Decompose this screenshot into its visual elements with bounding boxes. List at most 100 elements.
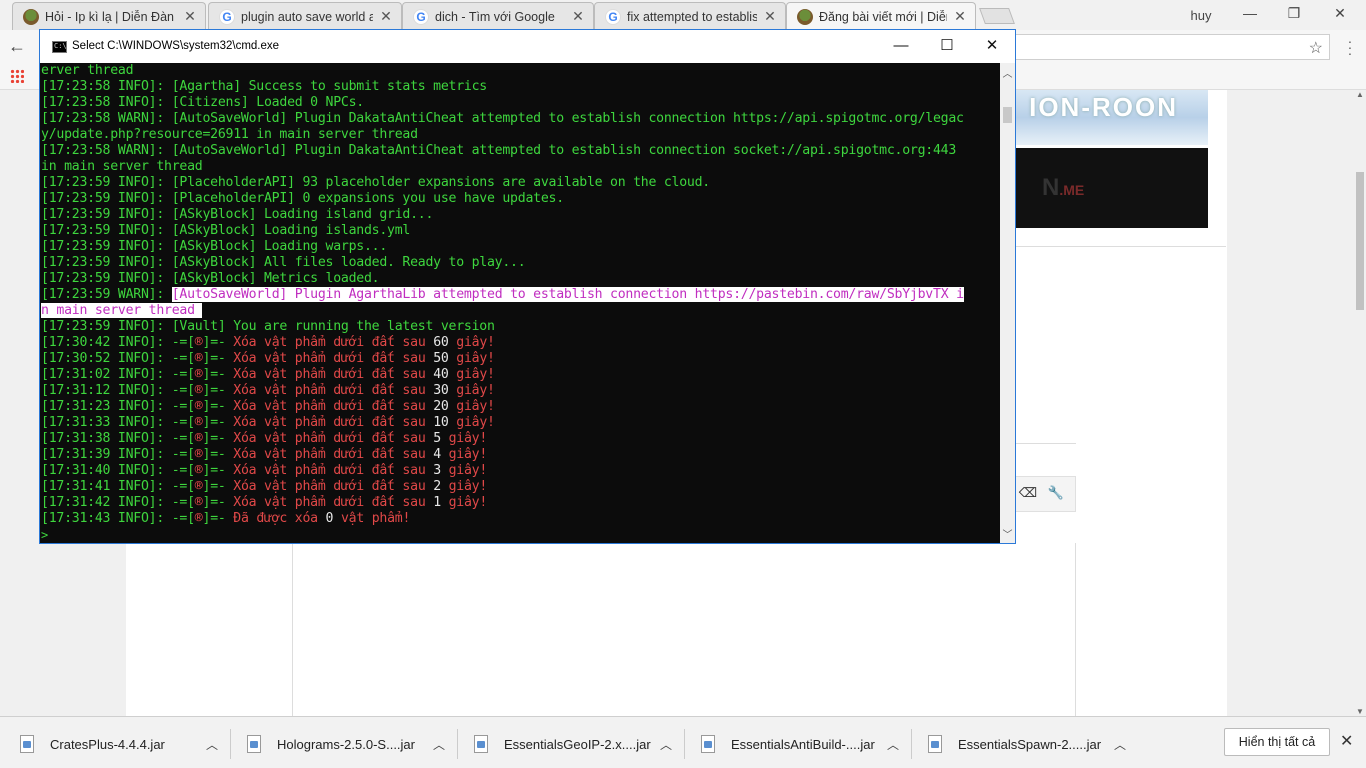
close-downloads-icon[interactable]: ✕	[1340, 731, 1353, 751]
download-item[interactable]: CratesPlus-4.4.4.jar ︿	[20, 727, 218, 761]
console-text: ]=-	[202, 399, 234, 414]
chevron-up-icon[interactable]: ︿	[433, 736, 445, 753]
console-text: ®	[194, 335, 203, 350]
tab-close-icon[interactable]: ✕	[571, 8, 585, 25]
tab-close-icon[interactable]: ✕	[953, 8, 967, 25]
download-item[interactable]: EssentialsAntiBuild-....jar ︿	[701, 727, 899, 761]
scroll-up-icon[interactable]: ▲	[1354, 90, 1366, 99]
tab-close-icon[interactable]: ✕	[183, 8, 197, 25]
console-text: Xóa vật phẩm dưới đất sau	[233, 479, 434, 494]
console-text: giây!	[448, 399, 495, 414]
console-text: Xóa vật phẩm dưới đất sau	[233, 367, 434, 382]
page-scrollbar[interactable]: ▲ ▼	[1354, 90, 1366, 716]
eraser-icon[interactable]: ⌫	[1018, 485, 1038, 505]
console-output[interactable]: erver thread [17:23:58 INFO]: [Agartha] S…	[40, 63, 1000, 543]
console-text: 2	[433, 479, 441, 494]
google-favicon-icon: G	[413, 8, 429, 25]
download-item[interactable]: Holograms-2.5.0-S....jar ︿	[247, 727, 445, 761]
console-text: [17:31:12 INFO]: -=[	[41, 383, 195, 398]
console-text: [17:23:58 WARN]: [AutoSaveWorld] Plugin …	[41, 143, 957, 158]
console-text: [17:23:59 INFO]: [PlaceholderAPI] 93 pla…	[41, 175, 710, 190]
console-line: [17:31:02 INFO]: -=[®]=- Xóa vật phẩm dư…	[41, 367, 1000, 383]
console-line: [17:23:59 INFO]: [ASkyBlock] Loading isl…	[41, 207, 1000, 223]
console-text: 10	[433, 415, 449, 430]
console-text: 5	[433, 431, 441, 446]
download-item[interactable]: EssentialsGeoIP-2.x....jar ︿	[474, 727, 672, 761]
console-text: giây!	[440, 447, 488, 462]
cmd-scrollbar-thumb[interactable]	[1003, 107, 1012, 123]
tab-close-icon[interactable]: ✕	[763, 8, 777, 25]
console-text: ®	[194, 367, 203, 382]
download-name: EssentialsAntiBuild-....jar	[731, 736, 875, 752]
browser-tab-3[interactable]: G fix attempted to establish ✕	[594, 2, 786, 30]
browser-tab-0[interactable]: Hỏi - Ip kì lạ | Diễn Đàn M ✕	[12, 2, 206, 30]
console-text: [AutoSaveWorld] Plugin AgarthaLib attemp…	[171, 287, 964, 302]
wrench-icon[interactable]: 🔧	[1046, 485, 1066, 505]
console-line: [17:23:58 WARN]: [AutoSaveWorld] Plugin …	[41, 143, 1000, 159]
cmd-scrollbar[interactable]: ︿ ﹀	[1000, 63, 1015, 543]
show-all-downloads-button[interactable]: Hiển thị tất cả	[1224, 728, 1330, 756]
apps-grid-icon[interactable]	[10, 69, 24, 83]
console-text: erver thread	[41, 63, 134, 78]
console-text: 3	[433, 463, 441, 478]
console-line: [17:23:59 INFO]: [Vault] You are running…	[41, 319, 1000, 335]
console-line: [17:23:58 WARN]: [AutoSaveWorld] Plugin …	[41, 111, 1000, 127]
console-text: giây!	[440, 479, 488, 494]
chevron-down-icon[interactable]: ﹀	[1000, 526, 1015, 541]
console-text: [17:23:58 INFO]: [Citizens] Loaded 0 NPC…	[41, 95, 364, 110]
scroll-down-icon[interactable]: ▼	[1354, 707, 1366, 716]
chevron-up-icon[interactable]: ︿	[1000, 65, 1015, 80]
console-prompt[interactable]: >	[41, 527, 1000, 543]
chevron-up-icon[interactable]: ︿	[887, 736, 899, 753]
chevron-up-icon[interactable]: ︿	[1114, 736, 1126, 753]
console-text: ]=-	[202, 495, 234, 510]
cmd-titlebar[interactable]: C:\ Select C:\WINDOWS\system32\cmd.exe —…	[40, 30, 1015, 63]
address-bar[interactable]: ☆	[1016, 34, 1330, 60]
console-line: erver thread	[41, 63, 1000, 79]
cmd-window[interactable]: C:\ Select C:\WINDOWS\system32\cmd.exe —…	[39, 29, 1016, 544]
console-line: in main server thread	[41, 159, 1000, 175]
divider	[684, 729, 685, 759]
cmd-close-icon[interactable]: ✕	[969, 30, 1015, 62]
console-text: ®	[194, 399, 203, 414]
console-text: ®	[194, 383, 203, 398]
banner-logo: N.ME	[1042, 174, 1085, 201]
cmd-maximize-icon[interactable]: ☐	[924, 30, 970, 62]
forum-banner[interactable]: ION-ROON	[1016, 90, 1208, 145]
divider	[1016, 443, 1076, 444]
minecraft-forum-favicon-icon	[797, 8, 813, 25]
browser-tab-4-active[interactable]: Đăng bài viết mới | Diễn Đ ✕	[786, 2, 976, 30]
browser-minimize-icon[interactable]: —	[1228, 2, 1272, 26]
console-line: [17:30:52 INFO]: -=[®]=- Xóa vật phẩm dư…	[41, 351, 1000, 367]
browser-restore-icon[interactable]: ❐	[1272, 2, 1316, 26]
console-text: [17:31:41 INFO]: -=[	[41, 479, 195, 494]
console-line: [17:31:41 INFO]: -=[®]=- Xóa vật phẩm dư…	[41, 479, 1000, 495]
console-text: ]=-	[202, 415, 234, 430]
browser-close-icon[interactable]: ✕	[1318, 2, 1362, 26]
chevron-up-icon[interactable]: ︿	[206, 736, 218, 753]
back-arrow-icon[interactable]: ←	[8, 36, 30, 57]
console-text: vật phẩm!	[333, 511, 411, 526]
console-line: [17:23:59 INFO]: [ASkyBlock] Metrics loa…	[41, 271, 1000, 287]
console-line: [17:23:59 INFO]: [PlaceholderAPI] 93 pla…	[41, 175, 1000, 191]
console-line: [17:31:33 INFO]: -=[®]=- Xóa vật phẩm dư…	[41, 415, 1000, 431]
download-item[interactable]: EssentialsSpawn-2.....jar ︿	[928, 727, 1126, 761]
console-text: [17:23:58 INFO]: [Agartha] Success to su…	[41, 79, 487, 94]
cmd-minimize-icon[interactable]: —	[878, 30, 924, 62]
editor-text-area[interactable]	[292, 543, 1076, 716]
bookmark-star-icon[interactable]: ☆	[1309, 38, 1323, 58]
console-line: [17:31:39 INFO]: -=[®]=- Xóa vật phẩm dư…	[41, 447, 1000, 463]
console-line: [17:23:59 INFO]: [PlaceholderAPI] 0 expa…	[41, 191, 1000, 207]
chevron-up-icon[interactable]: ︿	[660, 736, 672, 753]
console-text: Xóa vật phẩm dưới đất sau	[233, 447, 434, 462]
console-line: y/update.php?resource=26911 in main serv…	[41, 127, 1000, 143]
minecraft-forum-favicon-icon	[23, 8, 39, 25]
browser-tab-2[interactable]: G dich - Tìm với Google ✕	[402, 2, 594, 30]
new-tab-button[interactable]	[979, 8, 1015, 24]
console-line: [17:31:40 INFO]: -=[®]=- Xóa vật phẩm dư…	[41, 463, 1000, 479]
tab-close-icon[interactable]: ✕	[379, 8, 393, 25]
menu-dots-icon[interactable]: · · ·	[1344, 34, 1356, 60]
browser-tab-1[interactable]: G plugin auto save world at ✕	[208, 2, 402, 30]
page-scrollbar-thumb[interactable]	[1356, 172, 1364, 310]
profile-name[interactable]: huy	[1180, 8, 1222, 23]
